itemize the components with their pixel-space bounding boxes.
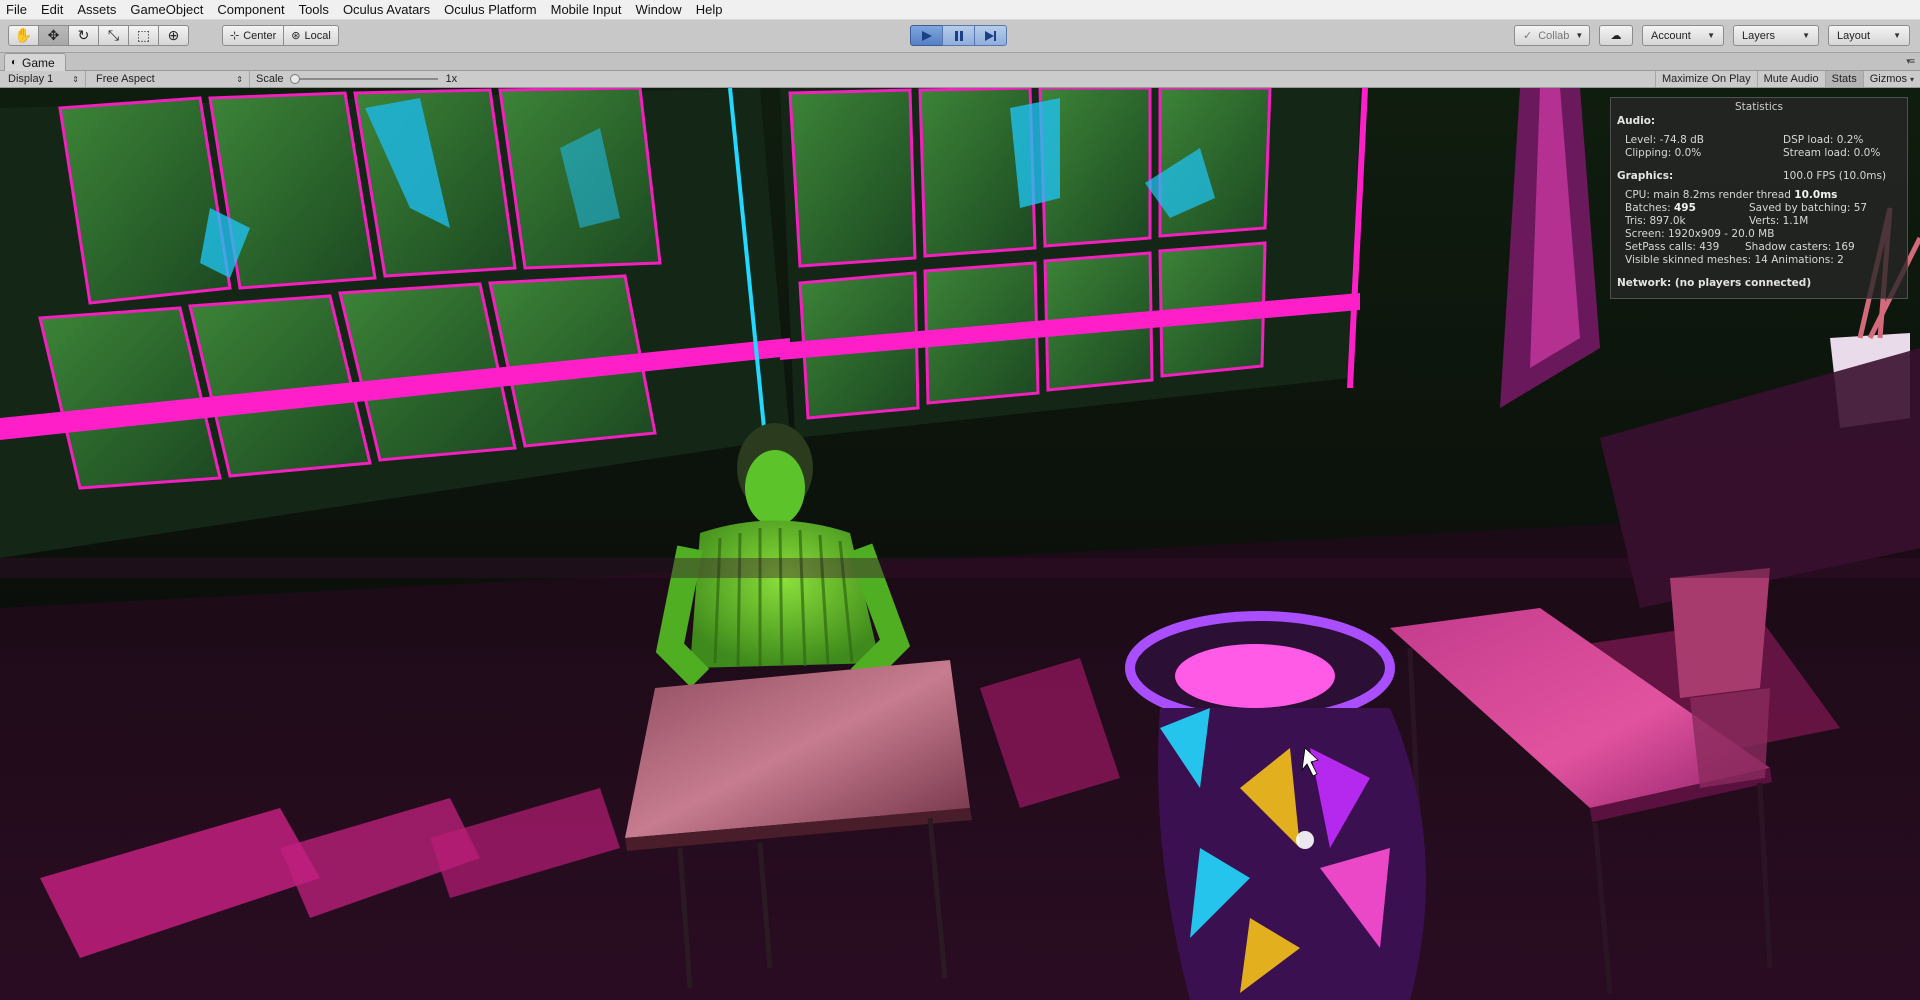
cpu-readout: CPU: main 8.2ms render thread 10.0ms [1625,189,1838,201]
rect-tool-button[interactable]: ⬚ [128,25,159,46]
layout-dropdown[interactable]: Layout ▼ [1828,25,1910,46]
menu-window[interactable]: Window [628,0,688,19]
scale-slider-handle[interactable] [289,74,300,84]
hand-tool-button[interactable]: ✋ [8,25,39,46]
display-dropdown[interactable]: Display 1 ⇕ [0,71,86,87]
graphics-header: Graphics: [1617,170,1674,182]
updown-caret-icon: ⇕ [72,74,79,84]
menu-oculus-avatars[interactable]: Oculus Avatars [336,0,437,19]
statistics-title: Statistics [1735,101,1783,113]
skinned-meshes-readout: Visible skinned meshes: 14 Animations: 2 [1625,254,1844,266]
tris-readout: Tris: 897.0k [1625,215,1686,227]
transform-tools: ✋ ✥ ↻ ⤡ ⬚ ⊕ [8,25,189,46]
pivot-toggles: ⊹ Center ⊛ Local [222,25,339,46]
scale-control: Scale 1x [256,73,458,85]
menu-gameobject[interactable]: GameObject [123,0,210,19]
dropdown-caret-icon: ▼ [1893,31,1901,40]
saved-by-batching: Saved by batching: 57 [1749,202,1868,214]
menu-edit[interactable]: Edit [34,0,70,19]
account-tools: ✓ Collab ▼ ☁ Account ▼ Layers ▼ Layout ▼ [1514,25,1910,46]
layers-dropdown[interactable]: Layers ▼ [1733,25,1819,46]
stats-toggle[interactable]: Stats [1824,71,1863,87]
dropdown-caret-icon: ▾ [1909,74,1914,84]
dropdown-caret-icon: ▼ [1802,31,1810,40]
menu-tools[interactable]: Tools [292,0,336,19]
tab-options-icon[interactable]: ▾≡ [1906,56,1915,67]
cloud-services-button[interactable]: ☁ [1599,25,1633,46]
screen-readout: Screen: 1920x909 - 20.0 MB [1625,228,1775,240]
rotate-tool-button[interactable]: ↻ [68,25,99,46]
maximize-on-play-toggle[interactable]: Maximize On Play [1654,71,1757,87]
hand-icon: ✋ [14,27,33,43]
dsp-load: DSP load: 0.2% [1783,134,1864,146]
audio-level: Level: -74.8 dB [1625,134,1704,146]
audio-clipping: Clipping: 0.0% [1625,147,1702,159]
scale-slider[interactable] [289,74,438,84]
statistics-overlay: Statistics Audio: Level: -74.8 dB DSP lo… [1610,97,1908,299]
audio-header: Audio: [1617,115,1656,127]
step-icon [984,30,996,41]
shadow-casters: Shadow casters: 169 [1745,241,1855,253]
collab-button[interactable]: ✓ Collab ▼ [1514,25,1590,46]
rect-icon: ⬚ [136,27,151,43]
move-icon: ✥ [47,27,60,43]
gizmos-dropdown[interactable]: Gizmos ▾ [1862,71,1920,87]
game-viewport[interactable]: Statistics Audio: Level: -74.8 dB DSP lo… [0,88,1920,1000]
menu-oculus-platform[interactable]: Oculus Platform [437,0,543,19]
pivot-local-button[interactable]: ⊛ Local [283,25,339,46]
network-status: Network: (no players connected) [1617,277,1812,289]
pause-icon [954,30,963,41]
window-tab-bar: ◐ Game ▾≡ [0,53,1920,71]
dropdown-caret-icon: ▼ [1575,31,1584,40]
fps-readout: 100.0 FPS (10.0ms) [1783,170,1887,182]
transform-tool-button[interactable]: ⊕ [158,25,189,46]
move-tool-button[interactable]: ✥ [38,25,69,46]
pivot-center-button[interactable]: ⊹ Center [222,25,285,46]
step-button[interactable] [974,25,1007,46]
cloud-icon: ☁ [1610,30,1622,42]
transform-icon: ⊕ [167,27,180,43]
play-icon [921,30,932,41]
scale-tool-button[interactable]: ⤡ [98,25,129,46]
setpass-readout: SetPass calls: 439 [1625,241,1720,253]
pivot-icon: ⊹ [230,30,240,42]
check-icon: ✓ [1523,30,1533,42]
menu-mobile-input[interactable]: Mobile Input [544,0,629,19]
dropdown-caret-icon: ▼ [1707,31,1715,40]
playmode-controls [910,25,1007,46]
verts-readout: Verts: 1.1M [1749,215,1809,227]
menu-help[interactable]: Help [689,0,730,19]
tab-game[interactable]: ◐ Game [4,53,66,71]
local-space-icon: ⊛ [291,30,301,42]
play-button[interactable] [910,25,943,46]
mute-audio-toggle[interactable]: Mute Audio [1756,71,1825,87]
menu-bar: File Edit Assets GameObject Component Tools Oc… [0,0,1920,20]
account-dropdown[interactable]: Account ▼ [1642,25,1724,46]
aspect-dropdown[interactable]: Free Aspect ⇕ [88,71,250,87]
stream-load: Stream load: 0.0% [1783,147,1881,159]
menu-assets[interactable]: Assets [70,0,123,19]
game-controller-icon: ◐ [11,57,18,68]
menu-component[interactable]: Component [210,0,291,19]
game-view-toolbar: Display 1 ⇕ Free Aspect ⇕ Scale 1x Maxim… [0,71,1920,88]
game-view-options: Maximize On Play Mute Audio Stats Gizmos… [1654,71,1920,87]
scale-icon: ⤡ [107,27,120,43]
updown-caret-icon: ⇕ [236,74,243,84]
menu-file[interactable]: File [0,0,34,19]
batches-readout: Batches: 495 [1625,202,1696,214]
toolbar: ✋ ✥ ↻ ⤡ ⬚ ⊕ ⊹ Center ⊛ Local ✓ Collab ▼ ☁ [0,20,1920,53]
rotate-icon: ↻ [77,27,90,43]
pause-button[interactable] [942,25,975,46]
